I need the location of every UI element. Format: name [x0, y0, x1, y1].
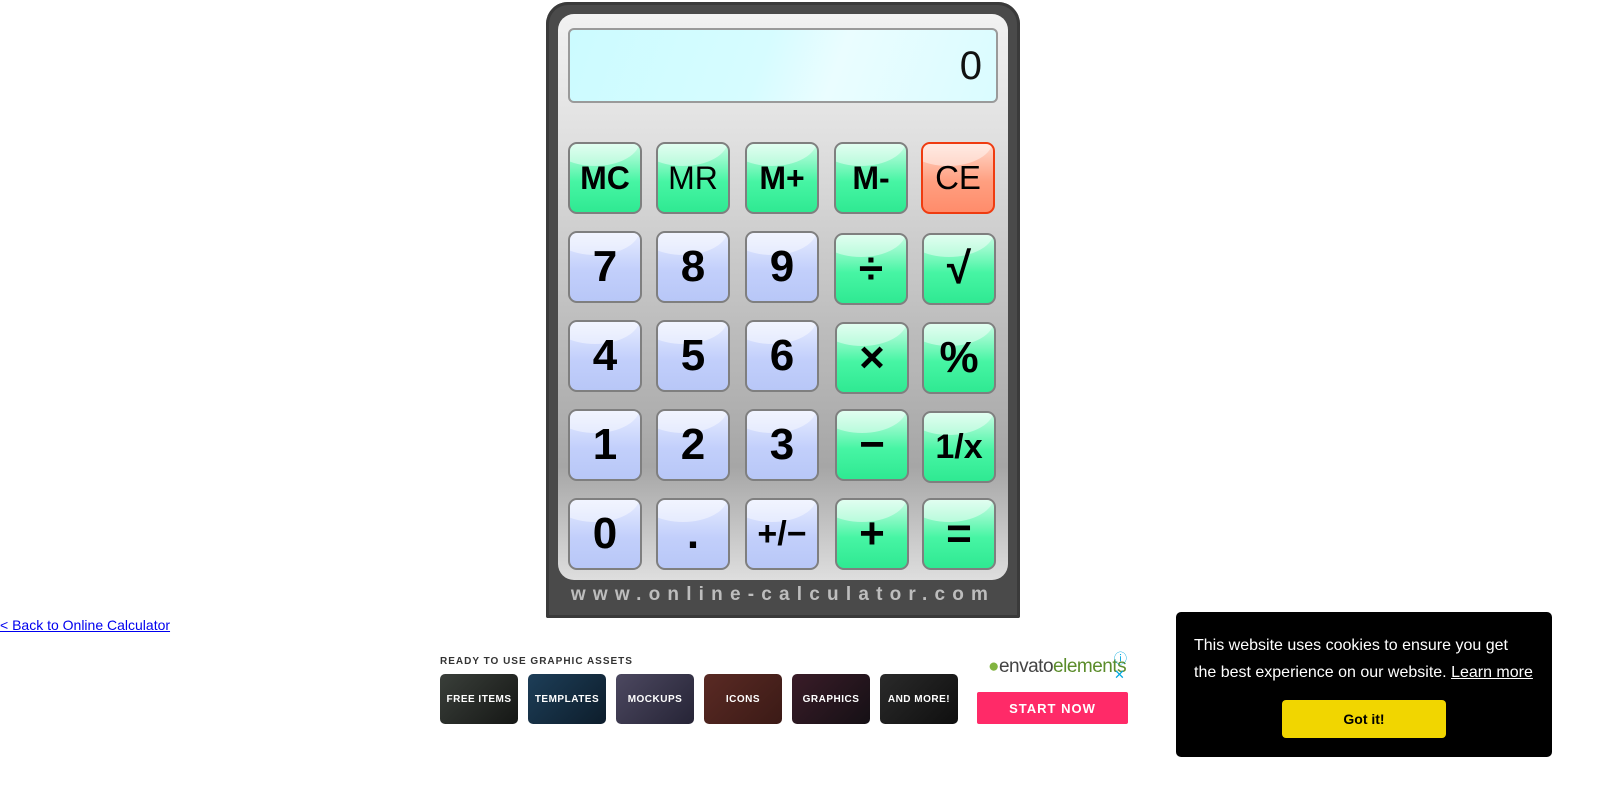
ad-tile-free-items[interactable]: FREE ITEMS: [440, 674, 518, 724]
back-to-calculator-link[interactable]: < Back to Online Calculator: [0, 617, 170, 633]
start-now-button[interactable]: START NOW: [977, 692, 1128, 724]
leaf-icon: ●: [988, 656, 999, 677]
zero-button[interactable]: 0: [568, 498, 642, 570]
plus-minus-button[interactable]: +/−: [745, 498, 819, 570]
calculator: 0 MC MR M+ M- CE 7 8 9 ÷ √ 4 5 6 × % 1 2…: [546, 2, 1020, 618]
ad-tile-templates[interactable]: TEMPLATES: [528, 674, 606, 724]
calculator-body: 0 MC MR M+ M- CE 7 8 9 ÷ √ 4 5 6 × % 1 2…: [558, 14, 1008, 580]
envato-elements-logo: ●envatoelements: [988, 656, 1127, 677]
got-it-button[interactable]: Got it!: [1282, 700, 1446, 738]
calculator-brand: www.online-calculator.com: [570, 584, 996, 605]
learn-more-link[interactable]: Learn more: [1451, 664, 1533, 681]
plus-button[interactable]: +: [835, 498, 909, 570]
multiply-button[interactable]: ×: [835, 322, 909, 394]
one-button[interactable]: 1: [568, 409, 642, 481]
m-minus-button[interactable]: M-: [834, 142, 908, 214]
cookie-banner: This website uses cookies to ensure you …: [1176, 612, 1552, 757]
cookie-message-block: This website uses cookies to ensure you …: [1194, 632, 1534, 686]
calculator-display: 0: [568, 28, 998, 103]
three-button[interactable]: 3: [745, 409, 819, 481]
eight-button[interactable]: 8: [656, 231, 730, 303]
two-button[interactable]: 2: [656, 409, 730, 481]
envato-ad[interactable]: READY TO USE GRAPHIC ASSETS FREE ITEMS T…: [438, 648, 1138, 728]
reciprocal-button[interactable]: 1/x: [922, 411, 996, 483]
nine-button[interactable]: 9: [745, 231, 819, 303]
square-root-button[interactable]: √: [922, 233, 996, 305]
five-button[interactable]: 5: [656, 320, 730, 392]
m-plus-button[interactable]: M+: [745, 142, 819, 214]
ad-heading: READY TO USE GRAPHIC ASSETS: [440, 656, 633, 667]
ce-button[interactable]: CE: [921, 142, 995, 214]
four-button[interactable]: 4: [568, 320, 642, 392]
ad-tile-icons[interactable]: ICONS: [704, 674, 782, 724]
ad-tile-graphics[interactable]: GRAPHICS: [792, 674, 870, 724]
six-button[interactable]: 6: [745, 320, 819, 392]
divide-button[interactable]: ÷: [834, 233, 908, 305]
mr-button[interactable]: MR: [656, 142, 730, 214]
ad-close-icon[interactable]: ⓘ ✕: [1114, 648, 1138, 683]
ad-tile-and-more[interactable]: AND MORE!: [880, 674, 958, 724]
percent-button[interactable]: %: [922, 322, 996, 394]
seven-button[interactable]: 7: [568, 231, 642, 303]
minus-button[interactable]: −: [835, 409, 909, 481]
decimal-button[interactable]: .: [656, 498, 730, 570]
equals-button[interactable]: =: [922, 498, 996, 570]
ad-tile-mockups[interactable]: MOCKUPS: [616, 674, 694, 724]
mc-button[interactable]: MC: [568, 142, 642, 214]
